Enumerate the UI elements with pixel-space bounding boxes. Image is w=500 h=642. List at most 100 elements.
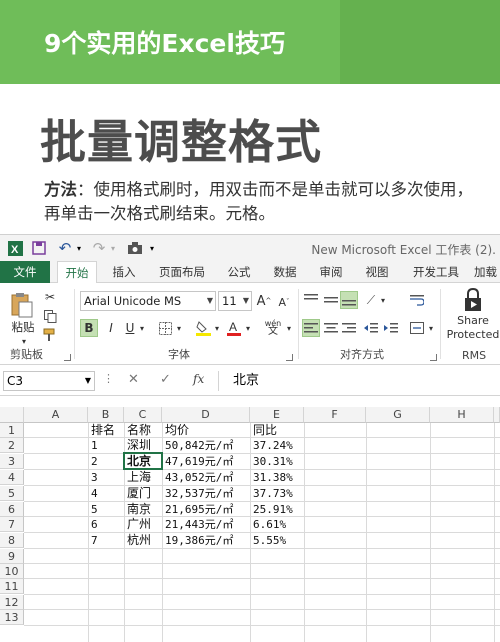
align-right-icon[interactable] — [340, 319, 358, 337]
phonetic-dropdown-icon[interactable]: ▾ — [284, 323, 294, 333]
tab-insert[interactable]: 插入 — [104, 261, 144, 283]
row-header[interactable]: 10 — [0, 564, 24, 579]
paste-dropdown-icon[interactable]: ▾ — [14, 336, 34, 346]
table-cell[interactable]: 深圳 — [124, 438, 162, 453]
orientation-dropdown-icon[interactable]: ▾ — [378, 295, 388, 305]
save-icon[interactable] — [30, 239, 48, 257]
tab-page-layout[interactable]: 页面布局 — [150, 261, 214, 283]
row-header[interactable]: 12 — [0, 595, 24, 610]
merge-dropdown-icon[interactable]: ▾ — [426, 323, 436, 333]
undo-dropdown-icon[interactable]: ▾ — [70, 239, 88, 257]
table-cell[interactable]: 37.24% — [250, 438, 304, 453]
row-header[interactable]: 3 — [0, 454, 24, 469]
table-cell[interactable]: 21,443元/㎡ — [162, 517, 250, 532]
row-header[interactable]: 9 — [0, 549, 24, 564]
merge-center-icon[interactable] — [408, 319, 426, 337]
name-box[interactable]: C3 ▼ — [3, 371, 95, 391]
column-header[interactable]: B — [88, 407, 124, 423]
fill-color-dropdown-icon[interactable]: ▾ — [212, 323, 222, 333]
table-cell[interactable]: 3 — [88, 470, 124, 485]
table-cell[interactable]: 5.55% — [250, 533, 304, 548]
align-bottom-icon[interactable] — [340, 291, 358, 309]
table-cell[interactable]: 47,619元/㎡ — [162, 454, 250, 469]
fill-color-icon[interactable] — [195, 319, 211, 337]
underline-dropdown-icon[interactable]: ▾ — [137, 323, 147, 333]
paste-button[interactable]: 粘贴 — [6, 319, 40, 335]
shrink-font-button[interactable]: Aˇ — [276, 295, 292, 309]
column-header[interactable]: A — [24, 407, 88, 423]
tab-home[interactable]: 开始 — [57, 261, 97, 284]
table-cell[interactable]: 6.61% — [250, 517, 304, 532]
table-cell[interactable]: 2 — [88, 454, 124, 469]
column-header[interactable]: C — [124, 407, 162, 423]
formula-input[interactable]: 北京 — [218, 371, 500, 391]
table-cell[interactable]: 21,695元/㎡ — [162, 502, 250, 517]
table-cell[interactable]: 上海 — [124, 470, 162, 485]
table-cell[interactable]: 31.38% — [250, 470, 304, 485]
column-header[interactable]: F — [304, 407, 366, 423]
row-header[interactable]: 6 — [0, 502, 24, 517]
table-cell[interactable]: 43,052元/㎡ — [162, 470, 250, 485]
column-header[interactable]: E — [250, 407, 304, 423]
tab-addins[interactable]: 加载 — [474, 261, 500, 283]
table-cell[interactable]: 7 — [88, 533, 124, 548]
spreadsheet-grid[interactable]: A B C D E F G H 1 2 3 4 5 6 7 8 9 10 11 … — [0, 407, 500, 642]
decrease-indent-icon[interactable] — [362, 319, 380, 337]
tab-formulas[interactable]: 公式 — [220, 261, 258, 283]
table-cell[interactable]: 均价 — [162, 423, 250, 438]
table-cell[interactable]: 厦门 — [124, 486, 162, 501]
table-cell[interactable]: 37.73% — [250, 486, 304, 501]
table-cell[interactable]: 25.91% — [250, 502, 304, 517]
customize-qat-icon[interactable]: ▾ — [143, 239, 161, 257]
row-header[interactable]: 4 — [0, 470, 24, 485]
align-middle-icon[interactable] — [322, 291, 340, 309]
row-header[interactable]: 11 — [0, 579, 24, 594]
align-left-icon[interactable] — [302, 319, 320, 337]
font-size-select[interactable]: 11 ▼ — [218, 291, 252, 311]
borders-dropdown-icon[interactable]: ▾ — [174, 323, 184, 333]
underline-button[interactable]: U — [122, 319, 138, 337]
paste-icon[interactable] — [8, 291, 36, 319]
table-cell[interactable]: 广州 — [124, 517, 162, 532]
enter-icon[interactable]: ✓ — [160, 372, 171, 387]
column-header[interactable]: H — [430, 407, 494, 423]
align-top-icon[interactable] — [302, 291, 320, 309]
share-label[interactable]: Share — [446, 313, 500, 327]
row-header[interactable]: 8 — [0, 533, 24, 548]
row-header[interactable]: 7 — [0, 517, 24, 532]
row-header[interactable]: 2 — [0, 438, 24, 453]
table-cell[interactable]: 32,537元/㎡ — [162, 486, 250, 501]
increase-indent-icon[interactable] — [382, 319, 400, 337]
alignment-launcher-icon[interactable] — [430, 354, 437, 361]
table-cell[interactable]: 5 — [88, 502, 124, 517]
column-header[interactable] — [494, 407, 500, 423]
row-header[interactable]: 5 — [0, 486, 24, 501]
row-header[interactable]: 13 — [0, 610, 24, 625]
table-cell[interactable]: 6 — [88, 517, 124, 532]
tab-data[interactable]: 数据 — [266, 261, 304, 283]
select-all-corner[interactable] — [0, 407, 24, 423]
cut-icon[interactable]: ✂ — [42, 289, 58, 305]
bold-button[interactable]: B — [80, 319, 98, 337]
column-header[interactable]: D — [162, 407, 250, 423]
redo-dropdown-icon[interactable]: ▾ — [104, 239, 122, 257]
align-center-icon[interactable] — [322, 319, 340, 337]
table-cell[interactable]: 杭州 — [124, 533, 162, 548]
table-cell[interactable]: 同比 — [250, 423, 304, 438]
table-cell[interactable]: 50,842元/㎡ — [162, 438, 250, 453]
format-painter-icon[interactable] — [42, 327, 58, 343]
camera-icon[interactable] — [126, 239, 144, 257]
wrap-text-icon[interactable] — [408, 291, 426, 309]
table-cell[interactable]: 19,386元/㎡ — [162, 533, 250, 548]
table-cell[interactable]: 排名 — [88, 423, 124, 438]
tab-file[interactable]: 文件 — [0, 261, 50, 283]
tab-review[interactable]: 审阅 — [312, 261, 350, 283]
share-protected-icon[interactable] — [460, 287, 486, 313]
column-header[interactable]: G — [366, 407, 430, 423]
borders-icon[interactable] — [157, 320, 173, 336]
font-launcher-icon[interactable] — [286, 354, 293, 361]
table-cell[interactable]: 1 — [88, 438, 124, 453]
table-cell[interactable]: 30.31% — [250, 454, 304, 469]
table-cell[interactable]: 4 — [88, 486, 124, 501]
italic-button[interactable]: I — [102, 319, 120, 337]
